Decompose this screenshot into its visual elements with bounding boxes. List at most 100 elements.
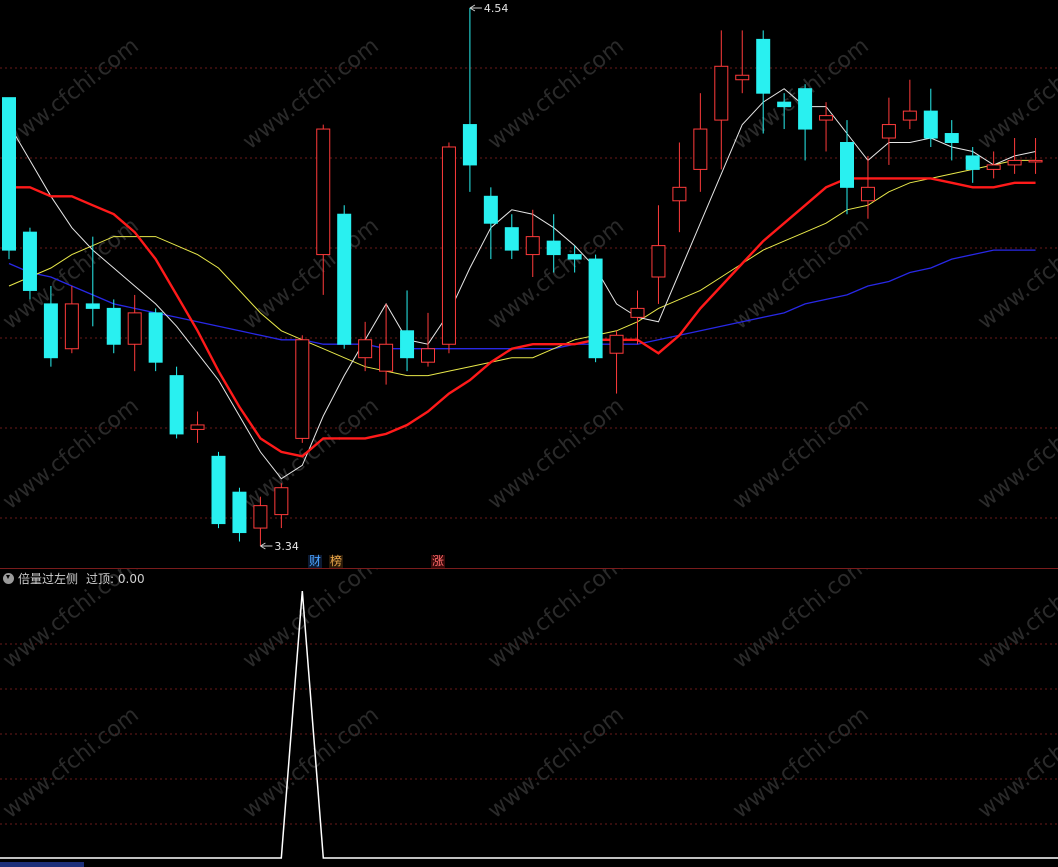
candle (714, 30, 729, 170)
candle (148, 308, 163, 372)
candle-body-up (379, 343, 394, 372)
watermark-text: www.cfchi.com (238, 393, 383, 514)
watermark-text: www.cfchi.com (973, 393, 1058, 514)
ma-yellow-line (8, 159, 1036, 377)
watermark-text: www.cfchi.com (728, 702, 873, 823)
candle (881, 97, 896, 165)
candle-body-down (546, 240, 561, 256)
watermark-text: www.cfchi.com (728, 393, 873, 514)
candle (441, 142, 456, 354)
candle (860, 155, 875, 219)
candle (525, 209, 540, 277)
indicator-watermark-layer: www.cfchi.com www.cfchi.com www.cfchi.com w… (0, 569, 1058, 824)
candle-body-down (483, 195, 498, 224)
candle (672, 142, 687, 233)
candle-body-up (902, 110, 917, 121)
candle-body-down (22, 231, 37, 291)
low-price-label: 3.34 (274, 540, 299, 553)
candle-body-up (64, 303, 79, 350)
candle (798, 84, 813, 161)
candle-body-down (923, 110, 938, 139)
badge-limit-up[interactable]: 涨 (431, 555, 446, 568)
candle-body-down (756, 38, 771, 94)
low-price-marker (260, 542, 273, 550)
date-scrollbar[interactable] (0, 862, 84, 867)
candle-body-up (525, 236, 540, 256)
watermark-text: www.cfchi.com (728, 569, 873, 674)
candle-body-up (190, 424, 205, 430)
candle (22, 227, 37, 300)
candle-body-up (1028, 159, 1043, 163)
candle (1028, 138, 1043, 174)
candle (986, 151, 1001, 179)
watermark-text: www.cfchi.com (973, 33, 1058, 154)
candle (965, 146, 980, 183)
candle (923, 88, 938, 147)
candle-body-down (400, 330, 415, 359)
candle (337, 205, 352, 349)
candle-body-up (295, 339, 310, 439)
candle-body-up (127, 312, 142, 345)
candle-body-down (2, 97, 16, 251)
candle (462, 8, 477, 192)
candle-body-down (43, 303, 58, 359)
candle-body-down (85, 303, 100, 309)
watermark-text: www.cfchi.com (973, 213, 1058, 334)
candle (106, 299, 121, 354)
candle-body-up (714, 65, 729, 121)
candle (693, 93, 708, 192)
indicator-chart[interactable]: www.cfchi.com www.cfchi.com www.cfchi.com w… (0, 569, 1058, 867)
high-price-marker (469, 4, 482, 12)
candle (211, 451, 226, 529)
candle (944, 120, 959, 161)
candle (190, 411, 205, 443)
badge-ranking[interactable]: 榜 (329, 555, 344, 568)
candle (295, 335, 310, 443)
candle (421, 312, 435, 367)
candle-body-up (316, 128, 331, 256)
candle (735, 30, 750, 94)
candle-body-up (860, 186, 875, 202)
watermark-text: www.cfchi.com (483, 569, 628, 674)
candle-body-down (232, 491, 247, 534)
candle-body-down (504, 227, 519, 251)
candle (1007, 138, 1022, 174)
candle-body-up (609, 334, 624, 354)
candle (64, 285, 79, 354)
watermark-text: www.cfchi.com (238, 33, 383, 154)
candle (232, 487, 247, 542)
chevron-down-icon[interactable] (3, 572, 14, 584)
candle (819, 102, 834, 152)
candle-body-down (777, 101, 792, 108)
candlestick-chart[interactable]: www.cfchi.com www.cfchi.com www.cfchi.com w… (0, 0, 1058, 568)
candle-body-up (819, 115, 834, 121)
candle-body-up (735, 74, 750, 81)
watermark-text: www.cfchi.com (973, 702, 1058, 823)
high-price-label: 4.54 (484, 2, 509, 15)
candle-body-down (337, 213, 352, 345)
candle (358, 321, 373, 372)
candle (630, 290, 645, 345)
candle (902, 79, 917, 130)
watermark-text: www.cfchi.com (973, 569, 1058, 674)
candle-body-up (630, 307, 645, 318)
candle-body-up (881, 124, 896, 139)
watermark-text: www.cfchi.com (0, 33, 144, 154)
watermark-text: www.cfchi.com (483, 702, 628, 823)
indicator-value: 过顶: 0.00 (86, 571, 145, 586)
candle-body-down (567, 254, 582, 260)
candle-body-up (672, 186, 687, 202)
candle-body-down (462, 124, 477, 166)
candle-body-up (421, 348, 435, 363)
candle-body-up (651, 245, 666, 278)
watermark-text: www.cfchi.com (0, 702, 144, 823)
indicator-name[interactable]: 倍量过左侧 (18, 570, 78, 587)
badge-finance[interactable]: 财 (308, 555, 323, 568)
watermark-text: www.cfchi.com (0, 393, 144, 514)
candle (504, 214, 519, 260)
candle-body-down (211, 455, 226, 525)
candle-body-down (944, 133, 959, 144)
watermark-text: www.cfchi.com (238, 213, 383, 334)
candle-body-up (274, 487, 289, 516)
watermark-text: www.cfchi.com (483, 393, 628, 514)
